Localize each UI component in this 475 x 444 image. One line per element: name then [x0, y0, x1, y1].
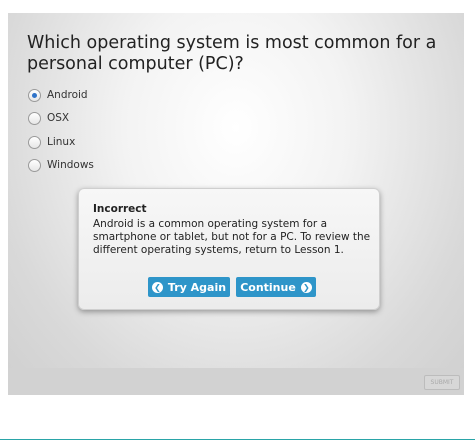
- option-linux[interactable]: Linux: [28, 134, 75, 150]
- try-again-label: Try Again: [167, 280, 227, 294]
- question-text: Which operating system is most common fo…: [27, 33, 437, 74]
- feedback-title: Incorrect: [93, 203, 147, 215]
- option-label: Windows: [47, 159, 94, 171]
- option-windows[interactable]: Windows: [28, 157, 94, 173]
- radio-button[interactable]: [28, 158, 41, 172]
- footer-bar: SUBMIT: [8, 368, 464, 395]
- option-label: OSX: [47, 112, 70, 124]
- divider: [0, 439, 475, 440]
- continue-button[interactable]: Continue ❯: [236, 277, 316, 297]
- option-android[interactable]: Android: [28, 87, 88, 103]
- radio-button[interactable]: [28, 111, 41, 125]
- continue-label: Continue: [240, 280, 296, 294]
- try-again-button[interactable]: ❮ Try Again: [148, 277, 230, 297]
- quiz-slide: Which operating system is most common fo…: [8, 13, 464, 395]
- option-label: Android: [47, 89, 88, 101]
- option-label: Linux: [47, 136, 76, 148]
- chevron-right-circle-icon: ❯: [300, 281, 312, 293]
- submit-button[interactable]: SUBMIT: [424, 375, 460, 390]
- radio-button-selected[interactable]: [28, 88, 41, 102]
- feedback-message: Android is a common operating system for…: [93, 218, 371, 256]
- radio-button[interactable]: [28, 135, 41, 149]
- option-osx[interactable]: OSX: [28, 110, 69, 126]
- feedback-dialog: Incorrect Android is a common operating …: [78, 188, 380, 310]
- chevron-left-circle-icon: ❮: [151, 281, 163, 293]
